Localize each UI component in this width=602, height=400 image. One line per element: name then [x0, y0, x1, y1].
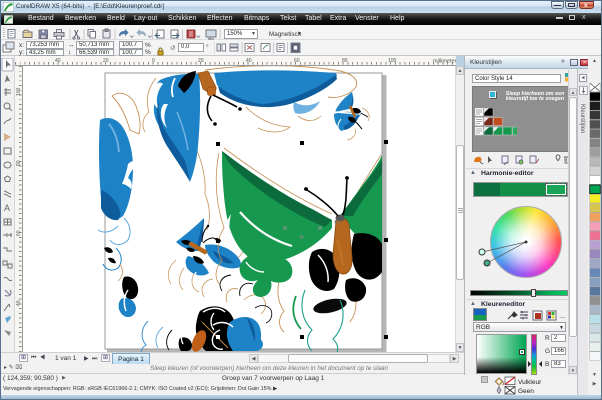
svg-text:40: 40 — [16, 300, 22, 306]
svg-text:60: 60 — [16, 230, 22, 236]
svg-text:100: 100 — [16, 87, 22, 96]
svg-text:0: 0 — [152, 58, 155, 64]
svg-text:40: 40 — [55, 58, 61, 64]
svg-text:...: ... — [560, 313, 566, 320]
svg-text:40: 40 — [246, 58, 252, 64]
svg-text:Vulkleur: Vulkleur — [518, 379, 542, 386]
svg-text:100: 100 — [388, 58, 397, 64]
svg-text:Geen: Geen — [518, 388, 534, 395]
svg-text:80: 80 — [342, 58, 348, 64]
svg-text:millimeter: millimeter — [433, 59, 456, 65]
svg-text:20: 20 — [103, 58, 109, 64]
svg-text:20: 20 — [198, 58, 204, 64]
svg-text:60: 60 — [294, 58, 300, 64]
svg-text:A: A — [4, 203, 10, 213]
svg-text:80: 80 — [16, 160, 22, 166]
